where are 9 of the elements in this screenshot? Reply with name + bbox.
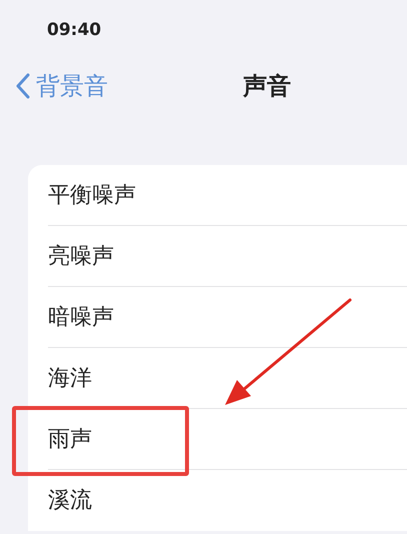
list-item[interactable]: 溪流 bbox=[48, 484, 92, 517]
list-item[interactable]: 亮噪声 bbox=[48, 240, 114, 273]
list-item[interactable]: 暗噪声 bbox=[48, 301, 114, 334]
chevron-left-icon bbox=[16, 73, 30, 99]
page-title: 声音 bbox=[243, 71, 291, 102]
list-item[interactable]: 海洋 bbox=[48, 362, 92, 395]
list-item[interactable]: 平衡噪声 bbox=[48, 179, 136, 212]
list-item[interactable]: 雨声 bbox=[48, 423, 92, 456]
status-time: 09:40 bbox=[47, 20, 102, 40]
